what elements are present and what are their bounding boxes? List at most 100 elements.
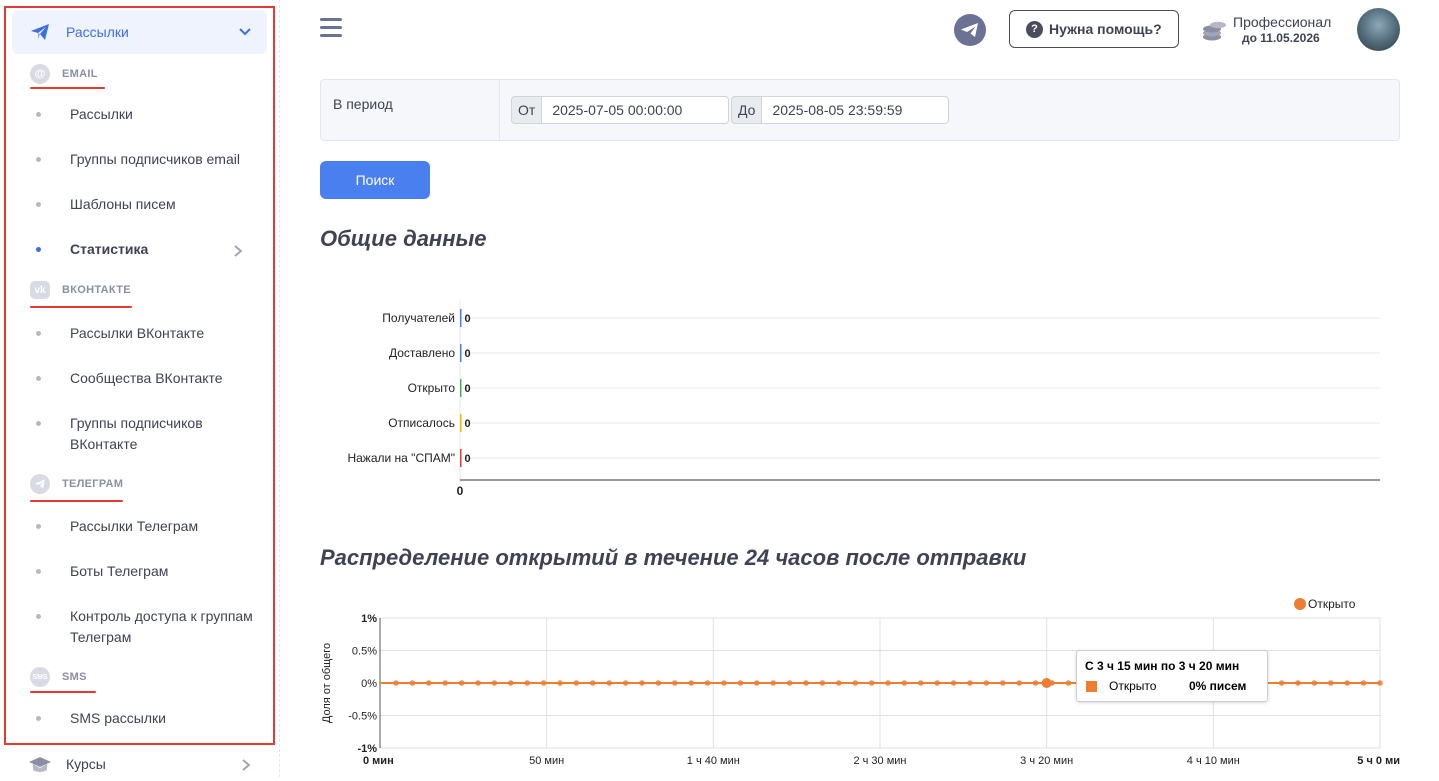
data-point [901,680,908,686]
highlight-underline [30,691,96,693]
section-email: @ EMAIL [30,64,98,84]
x-tick-label: 4 ч 10 мин [1187,755,1240,767]
bar-value-label: 0 [465,383,471,395]
x-tick-label: 0 мин [363,755,394,767]
data-point [1295,680,1301,686]
divider [499,80,500,140]
data-point [918,680,924,686]
data-point [1360,680,1367,686]
data-point [606,680,612,686]
sidebar-item-label: Шаблоны писем [70,196,176,212]
data-point [1000,680,1006,686]
bullet [36,157,41,162]
legend-swatch [1294,598,1306,610]
sidebar-item-label: Рассылки Телеграм [70,518,199,534]
data-point [458,680,465,686]
date-to-input[interactable] [761,96,950,124]
help-button-label: Нужна помощь? [1049,21,1162,37]
data-point [573,680,580,686]
chart-tooltip: С 3 ч 15 мин по 3 ч 20 мин Открыто 0% пи… [1076,650,1268,702]
sidebar-item-label: Боты Телеграм [70,563,169,579]
date-to-addon: До [731,96,762,124]
bullet [36,421,41,426]
y-axis-label: Доля от общего [321,643,333,723]
at-sign-icon: @ [30,64,50,84]
telegram-icon [30,474,50,494]
data-point [950,680,957,686]
date-to-group: До [731,96,950,124]
date-from-input[interactable] [541,96,730,124]
data-point [934,680,940,686]
plan-info[interactable]: Профессионал до 11.05.2026 [1202,14,1342,48]
bar-value-label: 0 [465,418,471,430]
data-point [1377,680,1383,686]
plan-name: Профессионал [1233,14,1332,30]
data-point [491,680,498,686]
distribution-title: Распределение открытий в течение 24 часо… [320,545,1027,570]
bullet [36,716,41,721]
y-tick-label: 0.5% [352,646,377,658]
avatar[interactable] [1357,8,1400,51]
sidebar: Рассылки @ EMAIL Рассылки Группы подписч… [0,0,280,777]
data-point [803,680,809,686]
category-label: Нажали на "СПАМ" [347,451,455,465]
data-point [672,680,678,686]
x-tick-label: 50 мин [529,755,564,767]
data-point [622,680,629,686]
sidebar-item-mailings[interactable]: Рассылки [12,10,267,54]
bar [460,449,462,467]
data-point [1278,680,1285,686]
data-point [655,680,662,686]
question-icon: ? [1026,20,1043,38]
bullet [36,331,41,336]
bullet [36,202,41,207]
data-point [426,680,432,686]
help-button[interactable]: ? Нужна помощь? [1009,10,1179,48]
data-point [1344,680,1350,686]
data-point [393,680,399,686]
general-bar-chart: Получателей 0 Доставлено 0 Открыто 0 Отписалос… [347,300,1380,495]
data-point [885,680,891,686]
data-point [1328,680,1334,686]
bar [460,309,462,327]
bar-value-label: 0 [465,348,471,360]
data-point [737,680,744,686]
section-sms: SMS SMS [30,667,87,687]
bullet [36,112,41,117]
bullet [36,376,41,381]
menu-burger-icon[interactable] [320,18,342,38]
sidebar-item-label: Курсы [66,756,106,772]
data-point [983,680,990,686]
bar [460,379,462,397]
chevron-right-icon [240,758,252,777]
tooltip-swatch [1086,681,1097,692]
data-point [1311,680,1318,686]
section-vk: vk ВКОНТАКТЕ [30,280,131,300]
telegram-button[interactable] [954,14,986,46]
y-tick-label: 1% [361,613,377,625]
data-point [557,680,563,686]
search-button[interactable]: Поиск [320,161,430,199]
data-point [688,680,694,686]
period-filter: В период От До [320,79,1400,141]
section-title: SMS [62,671,87,683]
telegram-icon [961,23,978,37]
bullet [36,247,41,252]
sidebar-item-label: Контроль доступа к группам Телеграм [70,608,253,645]
sidebar-item-label: Рассылки [70,106,133,122]
chevron-down-icon [238,24,252,43]
highlight-underline [30,500,123,502]
bullet [36,614,41,619]
section-telegram: ТЕЛЕГРАМ [30,474,123,494]
bar-value-label: 0 [465,453,471,465]
x-tick-label: 2 ч 30 мин [853,755,906,767]
data-point [540,680,547,686]
x-tick-label: 0 [457,484,464,495]
highlight-underline [30,306,132,308]
vk-icon: vk [30,281,50,299]
period-label: В период [333,96,393,112]
y-tick-label: 0% [361,678,377,690]
sidebar-item-courses[interactable]: Курсы [28,754,258,776]
category-label: Отписалось [388,416,455,430]
plan-until: до 11.05.2026 [1242,31,1320,45]
